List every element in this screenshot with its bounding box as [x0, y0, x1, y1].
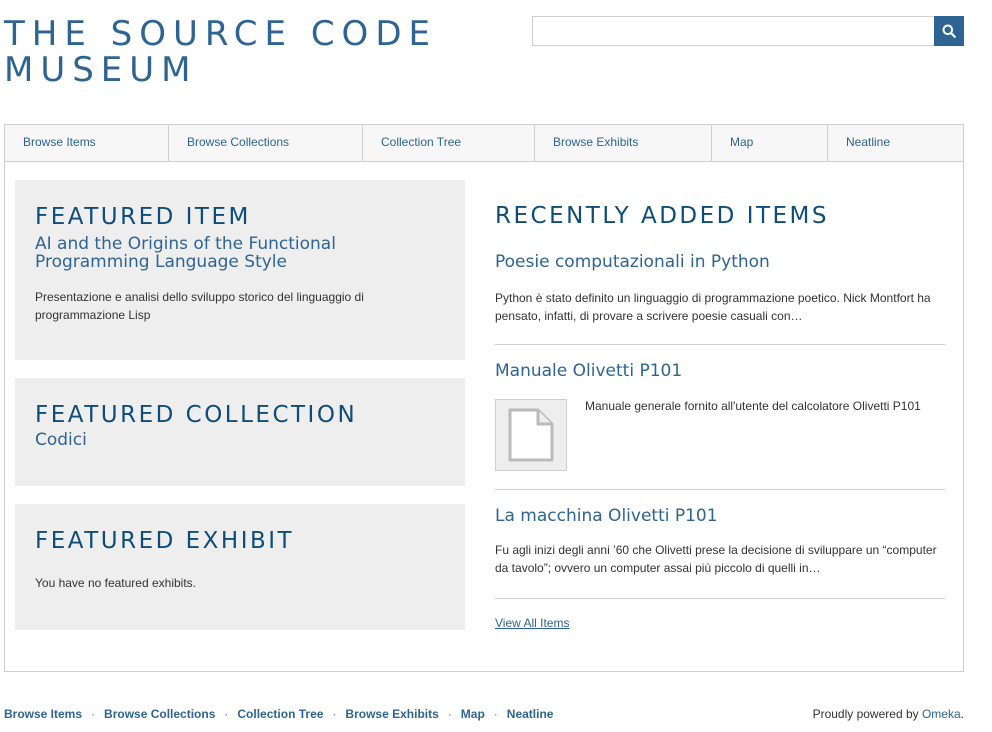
list-item: La macchina Olivetti P101 Fu agli inizi …: [495, 506, 945, 577]
featured-item-title[interactable]: AI and the Origins of the Functional Pro…: [35, 235, 445, 271]
footer-nav-browse-collections[interactable]: Browse Collections: [104, 707, 215, 721]
document-icon: [508, 408, 554, 462]
featured-collection-heading: Featured Collection: [35, 402, 358, 428]
featured-exhibit-panel: Featured Exhibit You have no featured ex…: [15, 504, 465, 630]
main-content: Featured Item AI and the Origins of the …: [4, 161, 964, 672]
recent-item-description: Fu agli inizi degli anni ’60 che Olivett…: [495, 543, 937, 575]
separator: ·: [91, 707, 96, 721]
recent-items-heading: Recently Added Items: [495, 203, 829, 229]
powered-by-suffix: .: [960, 707, 964, 721]
nav-browse-collections[interactable]: Browse Collections: [169, 125, 363, 161]
nav-browse-exhibits[interactable]: Browse Exhibits: [535, 125, 712, 161]
search-button[interactable]: [934, 16, 964, 46]
list-item: Poesie computazionali in Python Python è…: [495, 252, 945, 325]
recent-item-title[interactable]: Manuale Olivetti P101: [495, 361, 945, 381]
divider: [495, 598, 945, 599]
site-title[interactable]: The Source Code Museum: [4, 16, 504, 88]
footer-nav-neatline[interactable]: Neatline: [507, 707, 554, 721]
separator: ·: [493, 707, 498, 721]
featured-exhibit-message: You have no featured exhibits.: [35, 576, 197, 590]
separator: ·: [224, 707, 229, 721]
footer-nav-browse-exhibits[interactable]: Browse Exhibits: [345, 707, 438, 721]
powered-by: Proudly powered by Omeka.: [813, 707, 964, 721]
nav-collection-tree[interactable]: Collection Tree: [363, 125, 535, 161]
footer-nav-map[interactable]: Map: [461, 707, 485, 721]
footer-nav-browse-items[interactable]: Browse Items: [4, 707, 82, 721]
featured-exhibit-heading: Featured Exhibit: [35, 528, 295, 554]
recent-item-description: Manuale generale fornito all'utente del …: [585, 399, 921, 413]
omeka-link[interactable]: Omeka: [922, 707, 961, 721]
search-form: [532, 16, 964, 46]
recent-item-title[interactable]: Poesie computazionali in Python: [495, 252, 945, 272]
powered-by-text: Proudly powered by: [812, 707, 919, 721]
divider: [495, 344, 945, 345]
footer-nav-collection-tree[interactable]: Collection Tree: [237, 707, 323, 721]
nav-map[interactable]: Map: [712, 125, 828, 161]
footer-nav: Browse Items · Browse Collections · Coll…: [4, 707, 553, 721]
primary-nav: Browse Items Browse Collections Collecti…: [4, 124, 964, 162]
recent-item-title[interactable]: La macchina Olivetti P101: [495, 506, 945, 526]
search-input[interactable]: [532, 16, 934, 46]
featured-collection-panel: Featured Collection Codici: [15, 378, 465, 486]
list-item: Manuale Olivetti P101 Manuale generale f…: [495, 361, 945, 473]
featured-item-description: Presentazione e analisi dello sviluppo s…: [35, 290, 364, 322]
divider: [495, 489, 945, 490]
recent-item-description: Python è stato definito un linguaggio di…: [495, 291, 931, 323]
search-icon: [942, 24, 956, 38]
separator: ·: [447, 707, 452, 721]
view-all-items-link[interactable]: View All Items: [495, 616, 569, 630]
nav-neatline[interactable]: Neatline: [828, 125, 963, 161]
featured-item-heading: Featured Item: [35, 204, 251, 230]
recent-item-thumbnail[interactable]: [495, 399, 567, 471]
nav-browse-items[interactable]: Browse Items: [5, 125, 169, 161]
featured-collection-title[interactable]: Codici: [35, 431, 445, 449]
featured-item-panel: Featured Item AI and the Origins of the …: [15, 180, 465, 360]
separator: ·: [332, 707, 337, 721]
